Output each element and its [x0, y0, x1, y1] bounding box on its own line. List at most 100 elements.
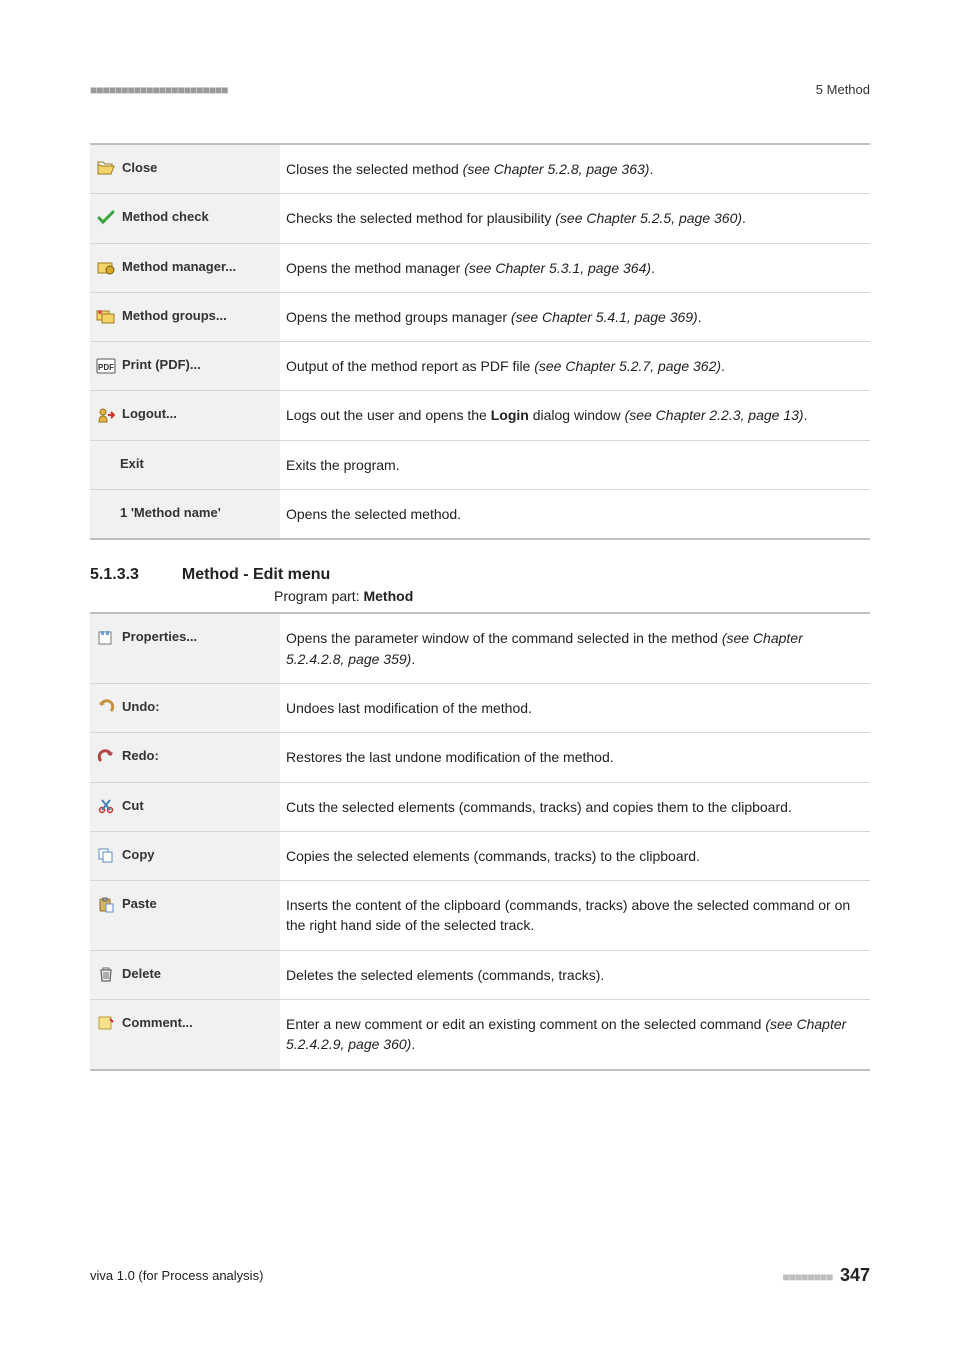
table-row: PDF Print (PDF)... Output of the method re… — [90, 342, 870, 391]
delete-icon — [96, 965, 116, 983]
file-menu-description: Opens the method manager (see Chapter 5.… — [280, 243, 870, 292]
file-menu-label-cell: 1 'Method name' — [90, 490, 280, 540]
bold-term: Login — [491, 407, 529, 423]
table-row: Undo: Undoes last modification of the met… — [90, 683, 870, 732]
edit-menu-description: Inserts the content of the clipboard (co… — [280, 881, 870, 951]
file-menu-label-cell: Close — [90, 144, 280, 194]
comment-icon — [96, 1014, 116, 1032]
reference-text: (see Chapter 5.3.1, page 364) — [464, 260, 651, 276]
edit-menu-label-cell: Comment... — [90, 1000, 280, 1070]
edit-menu-label-cell: Undo: — [90, 683, 280, 732]
edit-menu-label-cell: Copy — [90, 831, 280, 880]
file-menu-label: Method check — [122, 208, 209, 227]
table-row: Cut Cuts the selected elements (commands,… — [90, 782, 870, 831]
section-title: Method - Edit menu — [182, 566, 330, 583]
reference-text: (see Chapter 5.2.4.2.9, page 360) — [286, 1016, 846, 1052]
paste-icon — [96, 896, 116, 914]
edit-menu-table: Properties... Opens the parameter window … — [90, 612, 870, 1070]
svg-text:PDF: PDF — [98, 363, 114, 372]
edit-menu-label-cell: Cut — [90, 782, 280, 831]
table-row: Method groups... Opens the method groups … — [90, 292, 870, 341]
file-menu-label-cell: Logout... — [90, 391, 280, 440]
logout-icon — [96, 406, 116, 424]
program-part-label: Program part: — [274, 588, 363, 604]
section-heading: 5.1.3.3 Method - Edit menu — [90, 566, 870, 584]
page-footer: viva 1.0 (for Process analysis) ■■■■■■■■… — [90, 1265, 870, 1286]
edit-menu-label-cell: Delete — [90, 950, 280, 999]
footer-bars: ■■■■■■■■ — [782, 1270, 832, 1284]
table-row: Method manager... Opens the method manage… — [90, 243, 870, 292]
page-number: 347 — [840, 1265, 870, 1285]
edit-menu-label-cell: Redo: — [90, 733, 280, 782]
edit-menu-label: Comment... — [122, 1014, 193, 1033]
table-row: Logout... Logs out the user and opens the… — [90, 391, 870, 440]
edit-menu-description: Deletes the selected elements (commands,… — [280, 950, 870, 999]
table-row: Delete Deletes the selected elements (com… — [90, 950, 870, 999]
program-part-line: Program part: Method — [274, 588, 870, 604]
page-header: ■■■■■■■■■■■■■■■■■■■■■■ 5 Method — [90, 82, 870, 97]
file-menu-label: Close — [122, 159, 157, 178]
edit-menu-label: Cut — [122, 797, 144, 816]
table-row: Redo: Restores the last undone modificati… — [90, 733, 870, 782]
file-menu-label: Print (PDF)... — [122, 356, 201, 375]
header-bars: ■■■■■■■■■■■■■■■■■■■■■■ — [90, 83, 227, 97]
file-menu-label: Method groups... — [122, 307, 227, 326]
file-menu-description: Logs out the user and opens the Login di… — [280, 391, 870, 440]
edit-menu-label: Copy — [122, 846, 155, 865]
edit-menu-label: Properties... — [122, 628, 197, 647]
file-menu-label-cell: Method check — [90, 194, 280, 243]
program-part-value: Method — [363, 588, 413, 604]
folder-gear-icon — [96, 258, 116, 276]
reference-text: (see Chapter 5.2.8, page 363) — [463, 161, 650, 177]
redo-icon — [96, 748, 116, 766]
edit-menu-label: Delete — [122, 965, 161, 984]
file-menu-label-cell: Method groups... — [90, 292, 280, 341]
table-row: 1 'Method name' Opens the selected method… — [90, 490, 870, 540]
edit-menu-label-cell: Paste — [90, 881, 280, 951]
table-row: CopyCopies the selected elements (comman… — [90, 831, 870, 880]
checkmark-icon — [96, 209, 116, 227]
pdf-icon: PDF — [96, 357, 116, 375]
footer-left: viva 1.0 (for Process analysis) — [90, 1268, 263, 1283]
folder-open-icon — [96, 159, 116, 177]
table-row: Properties... Opens the parameter window … — [90, 613, 870, 683]
table-row: Comment... Enter a new comment or edit an… — [90, 1000, 870, 1070]
table-row: Exit Exits the program. — [90, 440, 870, 489]
table-row: Method check Checks the selected method f… — [90, 194, 870, 243]
undo-icon — [96, 698, 116, 716]
file-menu-label: Method manager... — [122, 258, 236, 277]
edit-menu-label: Redo: — [122, 747, 159, 766]
file-menu-table: CloseCloses the selected method (see Cha… — [90, 143, 870, 540]
file-menu-label: Exit — [120, 455, 144, 474]
reference-text: (see Chapter 5.2.7, page 362) — [534, 358, 721, 374]
edit-menu-description: Undoes last modification of the method. — [280, 683, 870, 732]
file-menu-label: Logout... — [122, 405, 177, 424]
edit-menu-label-cell: Properties... — [90, 613, 280, 683]
file-menu-label-cell: PDF Print (PDF)... — [90, 342, 280, 391]
folders-icon — [96, 307, 116, 325]
cut-icon — [96, 797, 116, 815]
file-menu-description: Checks the selected method for plausibil… — [280, 194, 870, 243]
edit-menu-label: Paste — [122, 895, 157, 914]
table-row: CloseCloses the selected method (see Cha… — [90, 144, 870, 194]
reference-text: (see Chapter 5.2.4.2.8, page 359) — [286, 630, 803, 666]
properties-icon — [96, 629, 116, 647]
copy-icon — [96, 846, 116, 864]
edit-menu-description: Enter a new comment or edit an existing … — [280, 1000, 870, 1070]
footer-right: ■■■■■■■■ 347 — [782, 1265, 870, 1286]
file-menu-description: Output of the method report as PDF file … — [280, 342, 870, 391]
file-menu-label: 1 'Method name' — [120, 504, 221, 523]
section-number: 5.1.3.3 — [90, 566, 178, 584]
file-menu-description: Exits the program. — [280, 440, 870, 489]
edit-menu-description: Opens the parameter window of the comman… — [280, 613, 870, 683]
table-row: Paste Inserts the content of the clipboar… — [90, 881, 870, 951]
file-menu-label-cell: Exit — [90, 440, 280, 489]
file-menu-label-cell: Method manager... — [90, 243, 280, 292]
reference-text: (see Chapter 5.2.5, page 360) — [555, 210, 742, 226]
edit-menu-description: Restores the last undone modification of… — [280, 733, 870, 782]
edit-menu-description: Cuts the selected elements (commands, tr… — [280, 782, 870, 831]
reference-text: (see Chapter 5.4.1, page 369) — [511, 309, 698, 325]
file-menu-description: Opens the selected method. — [280, 490, 870, 540]
edit-menu-label: Undo: — [122, 698, 160, 717]
file-menu-description: Opens the method groups manager (see Cha… — [280, 292, 870, 341]
